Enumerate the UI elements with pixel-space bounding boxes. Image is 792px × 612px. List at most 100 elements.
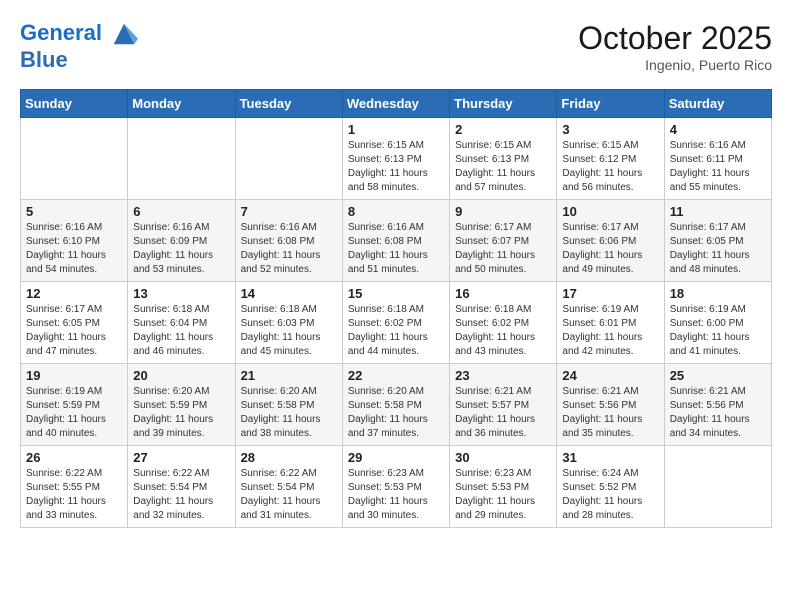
- day-number: 2: [455, 122, 551, 137]
- day-number: 11: [670, 204, 766, 219]
- calendar-cell: 6Sunrise: 6:16 AM Sunset: 6:09 PM Daylig…: [128, 200, 235, 282]
- day-info: Sunrise: 6:16 AM Sunset: 6:08 PM Dayligh…: [241, 221, 337, 277]
- day-number: 8: [348, 204, 444, 219]
- day-info: Sunrise: 6:18 AM Sunset: 6:03 PM Dayligh…: [241, 303, 337, 359]
- day-info: Sunrise: 6:16 AM Sunset: 6:10 PM Dayligh…: [26, 221, 122, 277]
- day-info: Sunrise: 6:19 AM Sunset: 6:01 PM Dayligh…: [562, 303, 658, 359]
- calendar-table: SundayMondayTuesdayWednesdayThursdayFrid…: [20, 89, 772, 528]
- day-number: 10: [562, 204, 658, 219]
- calendar-cell: 15 Sunrise: 6:18 AM Sunset: 6:02 PM Dayli…: [342, 282, 449, 364]
- day-number: 30: [455, 450, 551, 465]
- col-header-thursday: Thursday: [450, 90, 557, 118]
- calendar-cell: 10 Sunrise: 6:17 AM Sunset: 6:06 PM Dayli…: [557, 200, 664, 282]
- calendar-cell: 19 Sunrise: 6:19 AM Sunset: 5:59 PM Dayli…: [21, 364, 128, 446]
- calendar-cell: 27Sunrise: 6:22 AM Sunset: 5:54 PM Dayli…: [128, 446, 235, 528]
- calendar-cell: 11 Sunrise: 6:17 AM Sunset: 6:05 PM Dayli…: [664, 200, 771, 282]
- logo-icon: [110, 20, 138, 48]
- day-info: Sunrise: 6:15 AM Sunset: 6:13 PM Dayligh…: [348, 139, 444, 195]
- calendar-cell: 9 Sunrise: 6:17 AM Sunset: 6:07 PM Daylig…: [450, 200, 557, 282]
- calendar-cell: 26 Sunrise: 6:22 AM Sunset: 5:55 PM Dayli…: [21, 446, 128, 528]
- day-info: Sunrise: 6:19 AM Sunset: 6:00 PM Dayligh…: [670, 303, 766, 359]
- day-info: Sunrise: 6:21 AM Sunset: 5:56 PM Dayligh…: [670, 385, 766, 441]
- logo-blue: Blue: [20, 47, 68, 72]
- location-subtitle: Ingenio, Puerto Rico: [578, 57, 772, 73]
- day-info: Sunrise: 6:23 AM Sunset: 5:53 PM Dayligh…: [455, 467, 551, 523]
- day-number: 25: [670, 368, 766, 383]
- day-info: Sunrise: 6:17 AM Sunset: 6:06 PM Dayligh…: [562, 221, 658, 277]
- day-info: Sunrise: 6:18 AM Sunset: 6:02 PM Dayligh…: [455, 303, 551, 359]
- calendar-cell: 17 Sunrise: 6:19 AM Sunset: 6:01 PM Dayli…: [557, 282, 664, 364]
- calendar-cell: 20Sunrise: 6:20 AM Sunset: 5:59 PM Dayli…: [128, 364, 235, 446]
- day-info: Sunrise: 6:20 AM Sunset: 5:58 PM Dayligh…: [241, 385, 337, 441]
- calendar-cell: 18 Sunrise: 6:19 AM Sunset: 6:00 PM Dayli…: [664, 282, 771, 364]
- calendar-cell: 30 Sunrise: 6:23 AM Sunset: 5:53 PM Dayli…: [450, 446, 557, 528]
- logo-text: General Blue: [20, 20, 138, 72]
- day-info: Sunrise: 6:22 AM Sunset: 5:54 PM Dayligh…: [133, 467, 229, 523]
- col-header-tuesday: Tuesday: [235, 90, 342, 118]
- day-number: 16: [455, 286, 551, 301]
- calendar-cell: 2 Sunrise: 6:15 AM Sunset: 6:13 PM Daylig…: [450, 118, 557, 200]
- col-header-monday: Monday: [128, 90, 235, 118]
- calendar-cell: 7 Sunrise: 6:16 AM Sunset: 6:08 PM Daylig…: [235, 200, 342, 282]
- day-info: Sunrise: 6:21 AM Sunset: 5:57 PM Dayligh…: [455, 385, 551, 441]
- page-header: General Blue October 2025 Ingenio, Puert…: [20, 20, 772, 73]
- calendar-cell: 25 Sunrise: 6:21 AM Sunset: 5:56 PM Dayli…: [664, 364, 771, 446]
- title-area: October 2025 Ingenio, Puerto Rico: [578, 20, 772, 73]
- day-info: Sunrise: 6:17 AM Sunset: 6:05 PM Dayligh…: [670, 221, 766, 277]
- day-number: 22: [348, 368, 444, 383]
- day-number: 26: [26, 450, 122, 465]
- calendar-cell: [128, 118, 235, 200]
- logo-general: General: [20, 20, 102, 45]
- day-info: Sunrise: 6:16 AM Sunset: 6:08 PM Dayligh…: [348, 221, 444, 277]
- day-number: 20: [133, 368, 229, 383]
- calendar-cell: 1 Sunrise: 6:15 AM Sunset: 6:13 PM Daylig…: [342, 118, 449, 200]
- day-number: 24: [562, 368, 658, 383]
- day-number: 21: [241, 368, 337, 383]
- calendar-cell: 14 Sunrise: 6:18 AM Sunset: 6:03 PM Dayli…: [235, 282, 342, 364]
- calendar-cell: 21 Sunrise: 6:20 AM Sunset: 5:58 PM Dayli…: [235, 364, 342, 446]
- calendar-cell: 22 Sunrise: 6:20 AM Sunset: 5:58 PM Dayli…: [342, 364, 449, 446]
- calendar-cell: 24Sunrise: 6:21 AM Sunset: 5:56 PM Dayli…: [557, 364, 664, 446]
- day-number: 1: [348, 122, 444, 137]
- day-number: 17: [562, 286, 658, 301]
- col-header-friday: Friday: [557, 90, 664, 118]
- calendar-cell: [235, 118, 342, 200]
- day-info: Sunrise: 6:17 AM Sunset: 6:05 PM Dayligh…: [26, 303, 122, 359]
- day-info: Sunrise: 6:17 AM Sunset: 6:07 PM Dayligh…: [455, 221, 551, 277]
- calendar-week-row: 1 Sunrise: 6:15 AM Sunset: 6:13 PM Daylig…: [21, 118, 772, 200]
- calendar-cell: 4Sunrise: 6:16 AM Sunset: 6:11 PM Daylig…: [664, 118, 771, 200]
- day-number: 19: [26, 368, 122, 383]
- day-number: 28: [241, 450, 337, 465]
- day-info: Sunrise: 6:19 AM Sunset: 5:59 PM Dayligh…: [26, 385, 122, 441]
- day-number: 15: [348, 286, 444, 301]
- logo: General Blue: [20, 20, 138, 72]
- day-info: Sunrise: 6:18 AM Sunset: 6:02 PM Dayligh…: [348, 303, 444, 359]
- month-title: October 2025: [578, 20, 772, 57]
- day-number: 29: [348, 450, 444, 465]
- day-info: Sunrise: 6:16 AM Sunset: 6:11 PM Dayligh…: [670, 139, 766, 195]
- calendar-cell: 13Sunrise: 6:18 AM Sunset: 6:04 PM Dayli…: [128, 282, 235, 364]
- day-info: Sunrise: 6:22 AM Sunset: 5:55 PM Dayligh…: [26, 467, 122, 523]
- day-number: 5: [26, 204, 122, 219]
- calendar-week-row: 12 Sunrise: 6:17 AM Sunset: 6:05 PM Dayli…: [21, 282, 772, 364]
- day-info: Sunrise: 6:15 AM Sunset: 6:12 PM Dayligh…: [562, 139, 658, 195]
- calendar-cell: 8 Sunrise: 6:16 AM Sunset: 6:08 PM Daylig…: [342, 200, 449, 282]
- calendar-cell: [664, 446, 771, 528]
- day-info: Sunrise: 6:18 AM Sunset: 6:04 PM Dayligh…: [133, 303, 229, 359]
- day-info: Sunrise: 6:24 AM Sunset: 5:52 PM Dayligh…: [562, 467, 658, 523]
- day-info: Sunrise: 6:15 AM Sunset: 6:13 PM Dayligh…: [455, 139, 551, 195]
- calendar-week-row: 5 Sunrise: 6:16 AM Sunset: 6:10 PM Daylig…: [21, 200, 772, 282]
- day-number: 14: [241, 286, 337, 301]
- day-number: 9: [455, 204, 551, 219]
- day-number: 23: [455, 368, 551, 383]
- calendar-cell: 16 Sunrise: 6:18 AM Sunset: 6:02 PM Dayli…: [450, 282, 557, 364]
- calendar-cell: 28Sunrise: 6:22 AM Sunset: 5:54 PM Dayli…: [235, 446, 342, 528]
- day-number: 12: [26, 286, 122, 301]
- day-info: Sunrise: 6:20 AM Sunset: 5:58 PM Dayligh…: [348, 385, 444, 441]
- calendar-header-row: SundayMondayTuesdayWednesdayThursdayFrid…: [21, 90, 772, 118]
- calendar-cell: 31Sunrise: 6:24 AM Sunset: 5:52 PM Dayli…: [557, 446, 664, 528]
- day-number: 18: [670, 286, 766, 301]
- calendar-cell: [21, 118, 128, 200]
- calendar-cell: 3Sunrise: 6:15 AM Sunset: 6:12 PM Daylig…: [557, 118, 664, 200]
- day-number: 7: [241, 204, 337, 219]
